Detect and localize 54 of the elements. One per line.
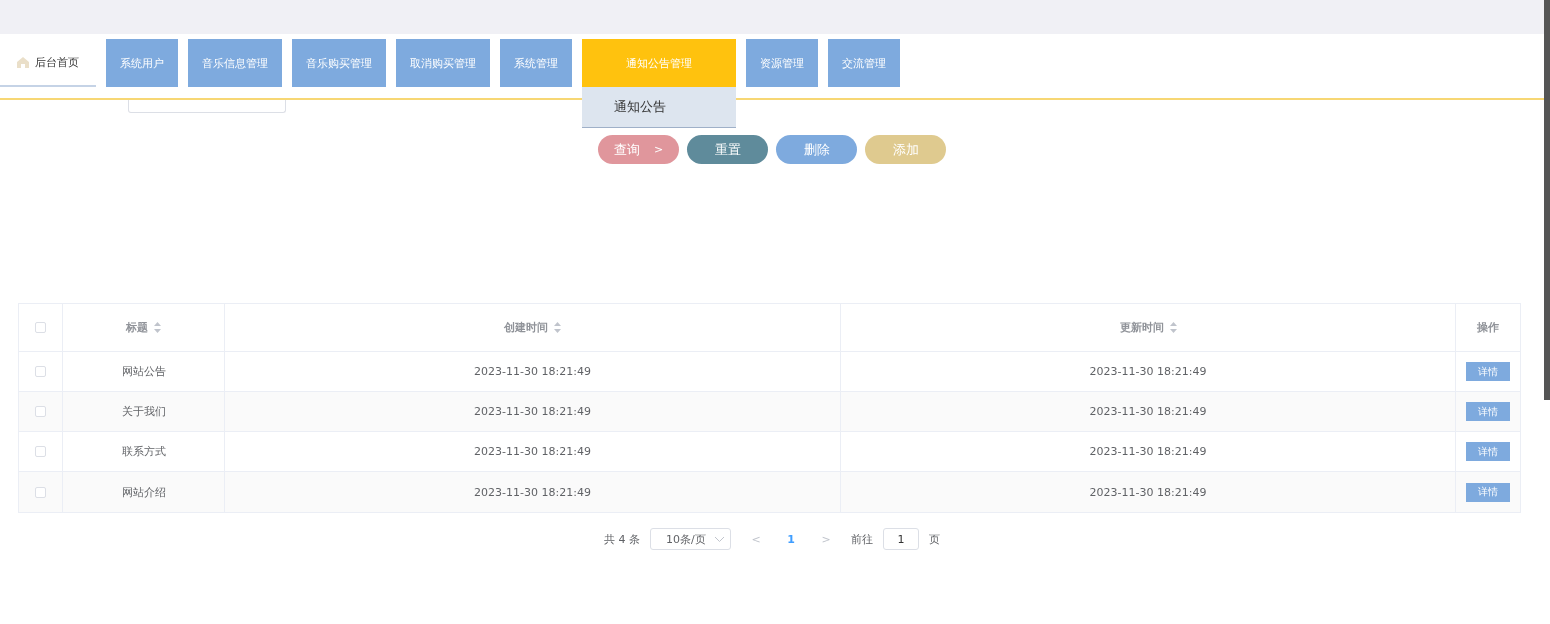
table-cell: 网站公告 bbox=[121, 364, 166, 379]
menu-item[interactable]: 通知公告 bbox=[582, 87, 736, 127]
table-cell: 2023-11-30 18:21:49 bbox=[474, 405, 591, 418]
sort-icon[interactable] bbox=[154, 322, 161, 333]
nav-tab[interactable]: 取消购买管理 bbox=[396, 39, 490, 87]
nav-tab[interactable]: 系统管理 bbox=[500, 39, 572, 87]
page-input[interactable]: 1 bbox=[883, 528, 919, 550]
nav-tab[interactable]: 系统用户 bbox=[106, 39, 178, 87]
chevron-down-icon bbox=[715, 536, 724, 542]
column-header[interactable]: 更新时间 bbox=[1119, 320, 1177, 335]
prev-page-button[interactable]: < bbox=[741, 532, 771, 546]
nav-tab[interactable]: 音乐购买管理 bbox=[292, 39, 386, 87]
checkbox[interactable] bbox=[35, 366, 46, 377]
page-number[interactable]: 1 bbox=[781, 532, 801, 546]
home-icon bbox=[17, 56, 29, 68]
detail-button[interactable]: 详情 bbox=[1466, 402, 1510, 421]
scrollbar[interactable] bbox=[1544, 0, 1550, 400]
detail-button[interactable]: 详情 bbox=[1466, 482, 1510, 502]
table-cell: 2023-11-30 18:21:49 bbox=[474, 485, 591, 499]
input-field[interactable] bbox=[128, 100, 286, 113]
table-cell: 2023-11-30 18:21:49 bbox=[1089, 365, 1207, 378]
table-cell: 2023-11-30 18:21:49 bbox=[1089, 445, 1207, 458]
sort-icon[interactable] bbox=[554, 322, 561, 333]
table-cell: 2023-11-30 18:21:49 bbox=[1089, 485, 1207, 499]
goto-label: 前往 bbox=[851, 531, 873, 547]
checkbox[interactable] bbox=[35, 406, 46, 417]
reset-button[interactable]: 重置 bbox=[687, 135, 768, 164]
query-button[interactable]: 查询 > bbox=[598, 135, 679, 164]
table-cell: 联系方式 bbox=[121, 444, 166, 459]
table-cell: 2023-11-30 18:21:49 bbox=[1089, 405, 1207, 418]
column-header[interactable]: 标题 bbox=[126, 320, 161, 335]
table-cell: 2023-11-30 18:21:49 bbox=[474, 365, 591, 378]
table-cell: 关于我们 bbox=[121, 404, 166, 419]
column-header[interactable]: 创建时间 bbox=[504, 320, 561, 335]
nav-tab[interactable]: 资源管理 bbox=[746, 39, 818, 87]
page-suffix: 页 bbox=[929, 531, 940, 547]
nav-tab[interactable]: 音乐信息管理 bbox=[188, 39, 282, 87]
checkbox[interactable] bbox=[35, 486, 46, 498]
add-button[interactable]: 添加 bbox=[865, 135, 946, 164]
next-page-button[interactable]: > bbox=[811, 532, 841, 546]
page-size-select[interactable]: 10条/页 bbox=[650, 528, 731, 550]
nav-tab[interactable]: 通知公告管理 bbox=[582, 39, 736, 87]
detail-button[interactable]: 详情 bbox=[1466, 442, 1510, 461]
detail-button[interactable]: 详情 bbox=[1466, 362, 1510, 381]
table-cell: 2023-11-30 18:21:49 bbox=[474, 445, 591, 458]
total-count: 共 4 条 bbox=[604, 531, 640, 547]
sort-icon[interactable] bbox=[1169, 322, 1177, 333]
delete-button[interactable]: 删除 bbox=[776, 135, 857, 164]
checkbox[interactable] bbox=[35, 446, 46, 457]
nav-tab[interactable]: 交流管理 bbox=[828, 39, 900, 87]
table-cell: 网站介绍 bbox=[121, 484, 166, 500]
checkbox[interactable] bbox=[35, 322, 46, 333]
home-tab[interactable]: 后台首页 bbox=[0, 39, 96, 87]
column-header: 操作 bbox=[1477, 320, 1499, 335]
